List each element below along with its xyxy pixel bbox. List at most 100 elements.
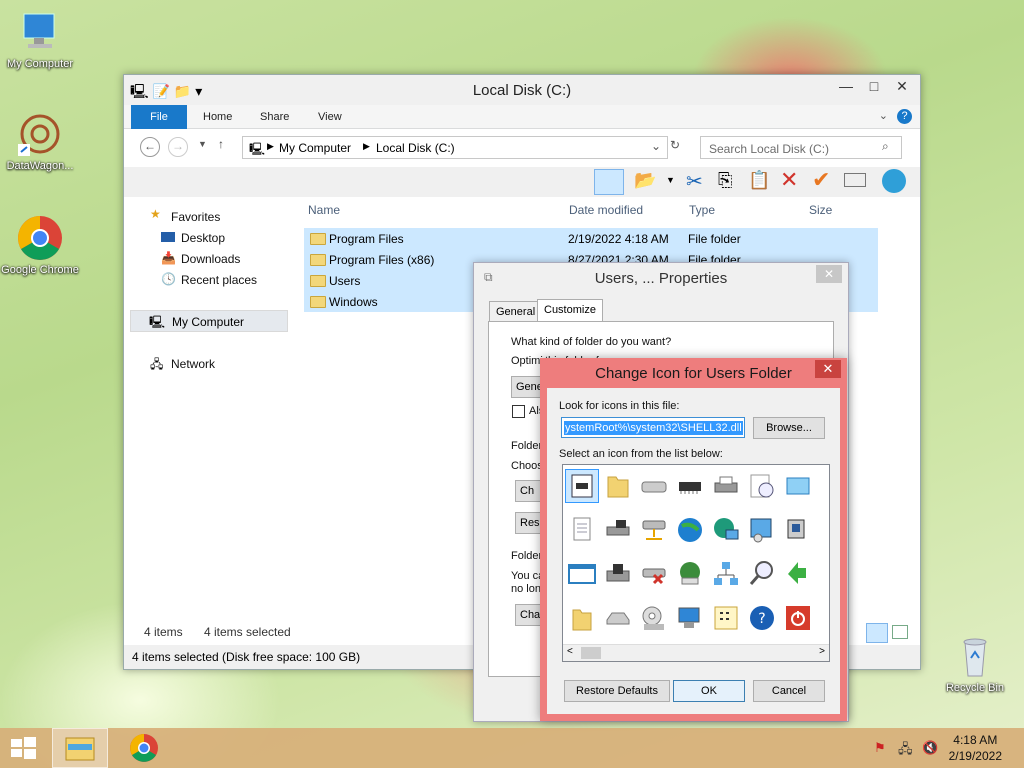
desktop-icon-my-computer[interactable]: My Computer (0, 8, 80, 70)
custom-toolbar: 📂 ▼ ✂ ⎘ 📋 ✕ ✔ (124, 167, 920, 197)
memory-chip-icon[interactable] (673, 469, 707, 503)
paste-icon[interactable]: 📋 (748, 170, 770, 191)
breadcrumb-local-disk[interactable]: Local Disk (C:) (376, 141, 455, 155)
ribbon-expand-icon[interactable]: ⌄ (879, 109, 888, 122)
ok-button[interactable]: OK (673, 680, 745, 702)
icon-file-path-input[interactable]: ystemRoot%\system32\SHELL32.dll (561, 417, 745, 438)
forward-icon[interactable]: → (168, 137, 188, 157)
details-view-icon[interactable] (866, 623, 888, 643)
folder-icon[interactable] (601, 469, 635, 503)
system-clock[interactable]: 4:18 AM 2/19/2022 (949, 732, 1002, 764)
folder-options-icon[interactable]: 📂 (634, 170, 656, 191)
volume-muted-icon[interactable]: 🔇 (922, 740, 938, 756)
scroll-thumb[interactable] (581, 647, 601, 659)
taskbar-chrome[interactable] (118, 728, 170, 768)
tab-file[interactable]: File (131, 105, 187, 129)
recent-dropdown-icon[interactable]: ▼ (198, 139, 207, 149)
scroll-left-icon[interactable]: < (567, 646, 573, 657)
disconnected-drive-icon[interactable] (637, 557, 671, 591)
column-name[interactable]: Name (308, 203, 340, 217)
removable-drive-icon[interactable] (601, 601, 635, 635)
app-window-icon[interactable] (565, 557, 599, 591)
tab-home[interactable]: Home (189, 105, 246, 129)
my-computer-icon[interactable] (673, 601, 707, 635)
delete-icon[interactable]: ✕ (780, 167, 798, 193)
preview-pane-icon[interactable] (594, 169, 624, 195)
maximize-button[interactable]: □ (860, 76, 888, 96)
yellow-folder-icon[interactable] (565, 601, 599, 635)
column-date-modified[interactable]: Date modified (569, 203, 643, 217)
network-drive-icon[interactable] (601, 513, 635, 547)
folder-icon (310, 296, 326, 308)
network-globe-alt-icon[interactable] (673, 557, 707, 591)
up-icon[interactable]: ↑ (218, 137, 224, 151)
tab-general[interactable]: General (489, 301, 543, 321)
file-date: 2/19/2022 4:18 AM (568, 232, 669, 246)
network-globe-icon[interactable] (709, 513, 743, 547)
close-button[interactable]: ✕ (888, 76, 916, 96)
action-center-flag-icon[interactable]: ⚑ (874, 740, 886, 756)
browse-button[interactable]: Browse... (753, 417, 825, 439)
cancel-button[interactable]: Cancel (753, 680, 825, 702)
desktop-icon-recycle-bin[interactable]: Recycle Bin (935, 632, 1015, 694)
network-status-icon[interactable]: 🖧 (898, 740, 913, 762)
tab-customize[interactable]: Customize (537, 299, 603, 321)
desktop-icon-datawagon[interactable]: DataWagon... (0, 110, 80, 172)
tab-share[interactable]: Share (246, 105, 303, 129)
blank-window-icon[interactable] (565, 469, 599, 503)
printer-icon[interactable] (709, 469, 743, 503)
window-icon[interactable] (781, 469, 815, 503)
nav-recent-places[interactable]: Recent places (181, 273, 257, 287)
breadcrumb-my-computer[interactable]: My Computer (279, 141, 351, 155)
refresh-icon[interactable]: ↻ (670, 138, 680, 152)
restore-defaults-button[interactable]: Restore Defaults (564, 680, 670, 702)
scroll-right-icon[interactable]: > (819, 646, 825, 657)
power-icon[interactable] (781, 601, 815, 635)
drive-icon[interactable] (637, 469, 671, 503)
chevron-down-icon[interactable]: ▼ (666, 175, 675, 185)
nav-network[interactable]: Network (171, 357, 215, 371)
clock-icon[interactable] (745, 469, 779, 503)
nav-my-computer-highlight[interactable]: 🖳 My Computer (130, 310, 288, 332)
control-grid-icon[interactable] (709, 601, 743, 635)
help-icon[interactable]: ? (745, 601, 779, 635)
file-row[interactable]: Program Files 2/19/2022 4:18 AM File fol… (304, 228, 878, 249)
nav-downloads[interactable]: Downloads (181, 252, 240, 266)
nav-desktop[interactable]: Desktop (181, 231, 225, 245)
control-panel-icon[interactable] (745, 513, 779, 547)
checkmark-icon[interactable]: ✔ (812, 167, 830, 193)
properties-title: Users, ... Properties (594, 270, 728, 287)
apply-subfolders-checkbox[interactable] (512, 405, 525, 418)
icon-list-scrollbar[interactable]: < > (563, 644, 829, 661)
change-icon-close-button[interactable]: ✕ (815, 360, 841, 378)
address-bar[interactable]: 🖳 ▶ My Computer ▶ Local Disk (C:) ⌄ (242, 136, 668, 159)
network-computers-icon[interactable] (709, 557, 743, 591)
download-arrow-icon[interactable] (781, 557, 815, 591)
monitor-shortcut-icon[interactable] (781, 513, 815, 547)
copy-icon[interactable]: ⎘ (718, 170, 732, 191)
cd-drive-icon[interactable] (637, 601, 671, 635)
help-icon[interactable]: ? (897, 109, 912, 124)
document-icon[interactable] (565, 513, 599, 547)
magnifier-icon[interactable] (745, 557, 779, 591)
desktop-icon-chrome[interactable]: Google Chrome (0, 214, 80, 276)
start-button[interactable] (8, 728, 42, 768)
cut-icon[interactable]: ✂ (686, 169, 703, 194)
minimize-button[interactable]: — (832, 76, 860, 96)
tab-view[interactable]: View (304, 105, 356, 129)
nav-favorites[interactable]: Favorites (171, 210, 220, 224)
back-icon[interactable]: ← (140, 137, 160, 157)
search-input[interactable]: Search Local Disk (C:) (700, 136, 902, 159)
chevron-down-icon[interactable]: ⌄ (651, 139, 661, 153)
rename-icon[interactable] (844, 173, 866, 187)
network-share-icon[interactable] (637, 513, 671, 547)
column-size[interactable]: Size (809, 203, 832, 217)
properties-close-button[interactable]: ✕ (816, 265, 842, 283)
column-type[interactable]: Type (689, 203, 715, 217)
globe-icon[interactable] (882, 169, 906, 193)
floppy-drive-icon[interactable] (601, 557, 635, 591)
large-icons-view-icon[interactable] (892, 625, 908, 639)
icon-list[interactable]: ? < > (562, 464, 830, 662)
taskbar-explorer[interactable] (52, 728, 108, 768)
globe-icon[interactable] (673, 513, 707, 547)
